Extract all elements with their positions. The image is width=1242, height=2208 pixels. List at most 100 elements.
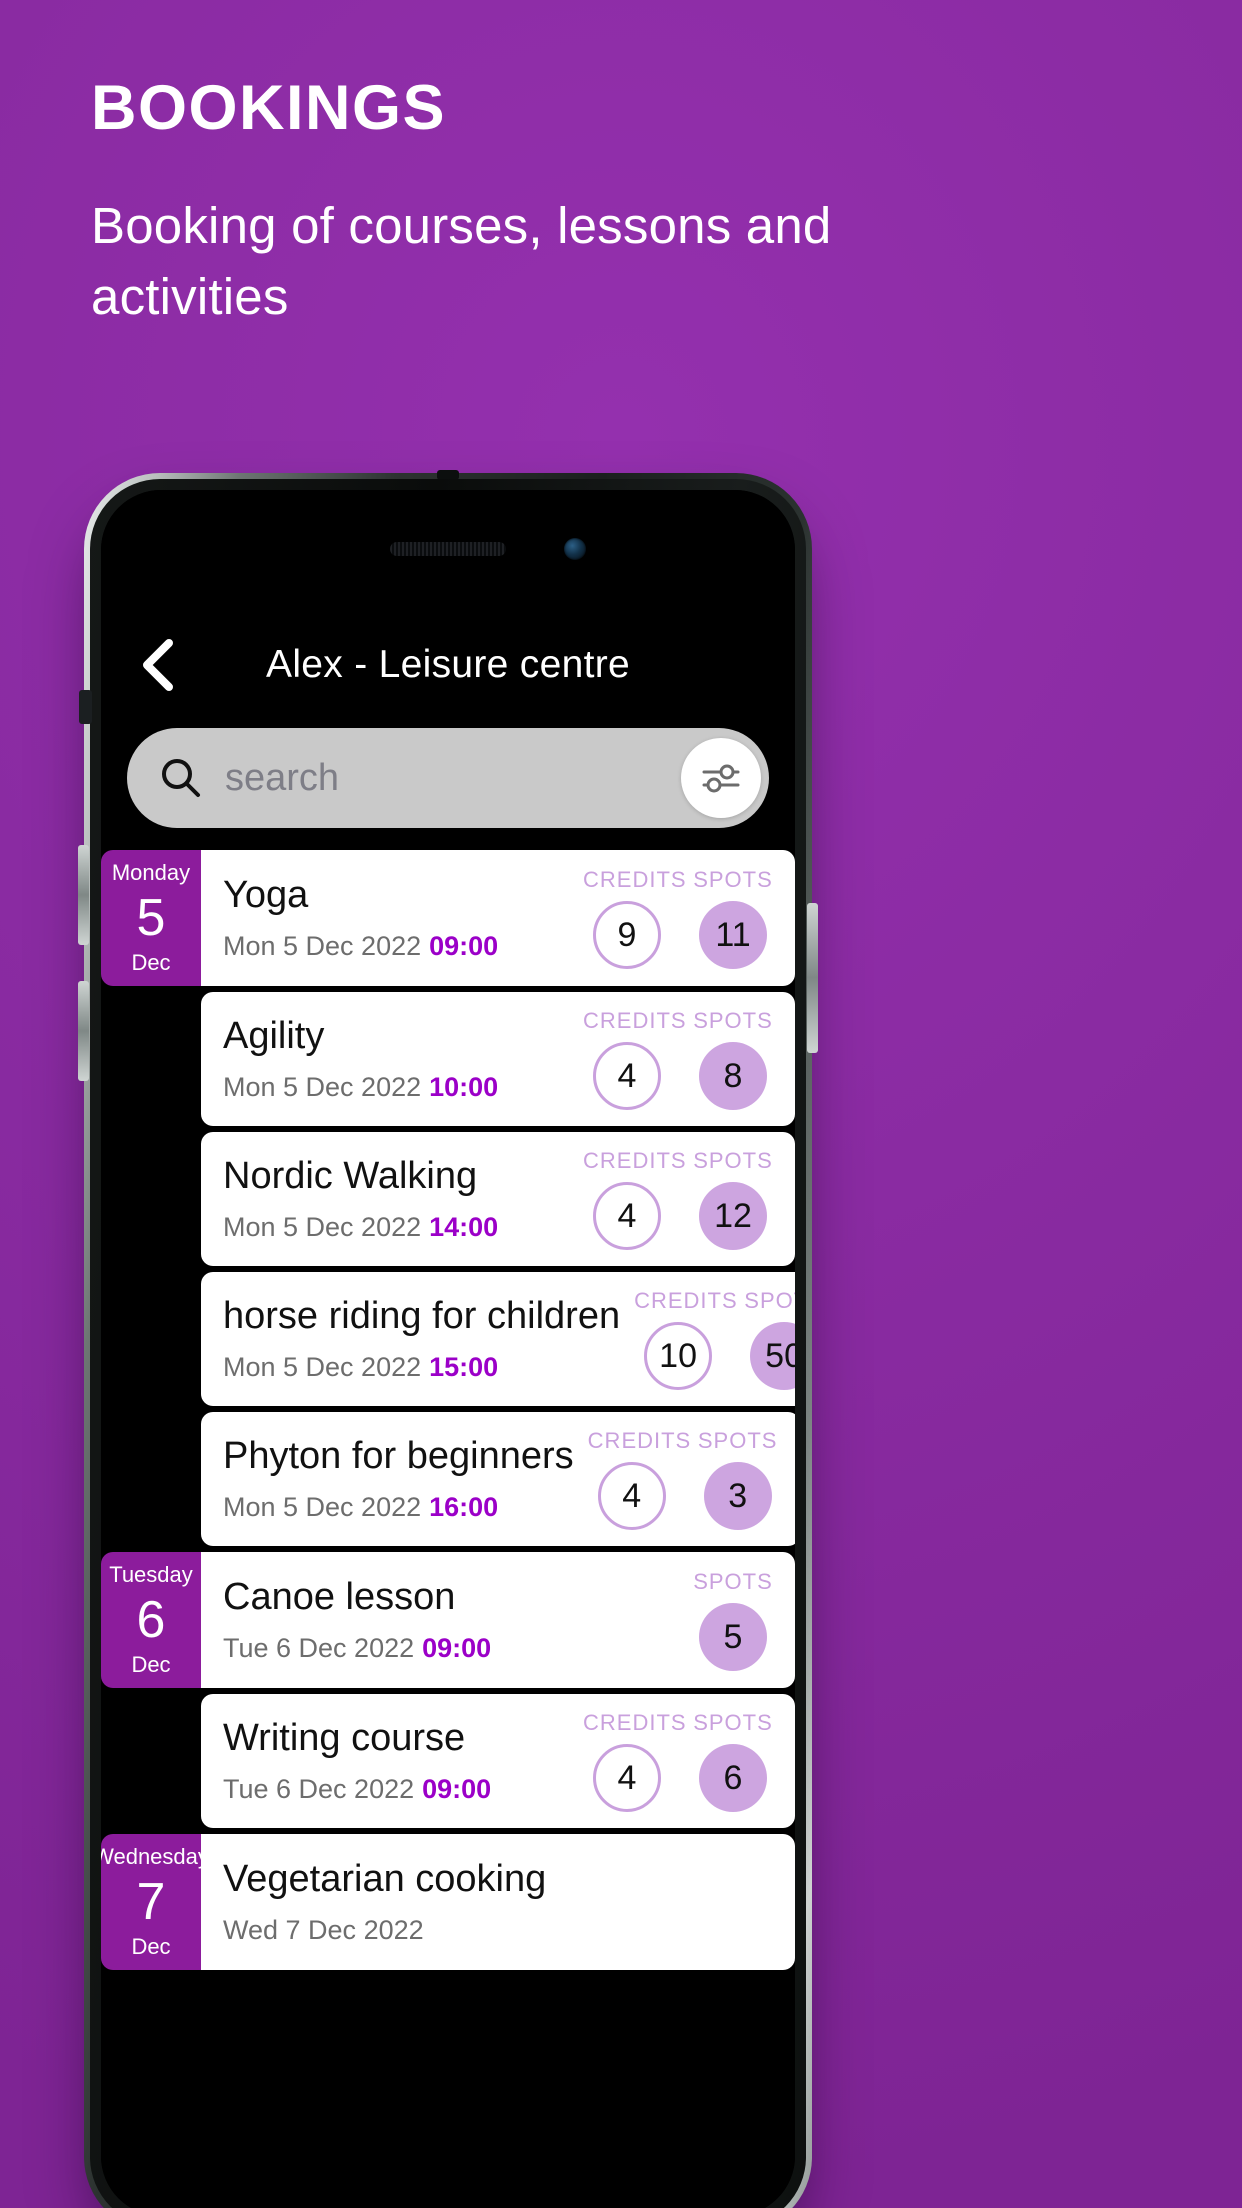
credits-metric: CREDITS 4	[583, 1148, 687, 1250]
booking-date: Mon 5 Dec 2022	[223, 931, 422, 962]
search-row: search	[127, 728, 769, 828]
spots-metric: SPOTS 5	[689, 1569, 777, 1671]
booking-info: horse riding for children Mon 5 Dec 2022 1…	[223, 1295, 620, 1384]
search-icon	[162, 759, 200, 797]
credits-metric: CREDITS	[583, 1851, 671, 1953]
row-indent-spacer	[101, 1272, 201, 1406]
back-button[interactable]	[129, 638, 183, 692]
earpiece-speaker-icon	[390, 542, 506, 556]
booking-row[interactable]: Phyton for beginners Mon 5 Dec 2022 16:00 C…	[101, 1412, 795, 1546]
booking-title: Yoga	[223, 873, 309, 916]
booking-title: horse riding for children	[223, 1294, 621, 1337]
booking-title: Canoe lesson	[223, 1575, 456, 1618]
booking-datetime: Mon 5 Dec 2022 09:00	[223, 931, 569, 962]
spots-metric-value: 12	[699, 1182, 767, 1250]
phone-mockup: Alex - Leisure centre search Monday 5 De…	[78, 470, 818, 2208]
credits-metric: CREDITS 4	[583, 1710, 687, 1812]
spots-metric-label: SPOTS	[693, 1008, 773, 1033]
booking-datetime: Mon 5 Dec 2022 16:00	[223, 1492, 574, 1523]
credits-metric-value: 4	[593, 1042, 661, 1110]
booking-date: Tue 6 Dec 2022	[223, 1774, 415, 1805]
spots-metric-value: 5	[699, 1603, 767, 1671]
booking-card[interactable]: Vegetarian cooking Wed 7 Dec 2022 CREDITSS…	[201, 1834, 795, 1970]
date-badge: Monday 5 Dec	[101, 850, 201, 986]
booking-datetime: Mon 5 Dec 2022 15:00	[223, 1352, 620, 1383]
spots-metric: SPOTS 50	[740, 1288, 795, 1390]
booking-metrics: CREDITS 4 SPOTS 12	[569, 1148, 777, 1250]
credits-metric: CREDITS 10	[634, 1288, 738, 1390]
sliders-filter-icon	[702, 764, 740, 793]
date-badge-weekday: Tuesday	[109, 1562, 193, 1587]
booking-date: Mon 5 Dec 2022	[223, 1212, 422, 1243]
booking-info: Nordic Walking Mon 5 Dec 2022 14:00	[223, 1155, 569, 1244]
booking-row[interactable]: Wednesday 7 Dec Vegetarian cooking Wed 7 Dec…	[101, 1834, 795, 1970]
booking-info: Phyton for beginners Mon 5 Dec 2022 16:00	[223, 1435, 574, 1524]
bookings-list[interactable]: Monday 5 Dec Yoga Mon 5 Dec 2022 09:00 CREDITS…	[101, 850, 795, 1970]
booking-card[interactable]: Writing course Tue 6 Dec 2022 09:00 CREDITS…	[201, 1694, 795, 1828]
row-indent-spacer	[101, 1412, 201, 1546]
booking-datetime: Mon 5 Dec 2022 10:00	[223, 1072, 569, 1103]
booking-time: 15:00	[429, 1352, 499, 1383]
spots-metric-value: 3	[703, 1462, 772, 1530]
credits-metric-label: CREDITS	[583, 867, 687, 892]
power-button[interactable]	[807, 903, 818, 1053]
spots-metric: SPOTS 12	[689, 1148, 777, 1250]
date-badge-day: 5	[136, 889, 166, 947]
spots-metric-value: 8	[699, 1042, 767, 1110]
booking-row[interactable]: Writing course Tue 6 Dec 2022 09:00 CREDITS…	[101, 1694, 795, 1828]
credits-metric-value: 4	[597, 1462, 666, 1530]
booking-row[interactable]: horse riding for children Mon 5 Dec 2022 1…	[101, 1272, 795, 1406]
booking-metrics: CREDITS 9 SPOTS 11	[569, 867, 777, 969]
booking-metrics: CREDITS 4 SPOTS 3	[574, 1428, 782, 1530]
booking-row[interactable]: Agility Mon 5 Dec 2022 10:00 CREDITS 4 SPOTS 8	[101, 992, 795, 1126]
date-badge-month: Dec	[131, 1652, 171, 1677]
spots-metric: SPOTS 8	[689, 1008, 777, 1110]
credits-metric-label: CREDITS	[583, 1710, 687, 1735]
credits-metric-label: CREDITS	[583, 1008, 687, 1033]
booking-card[interactable]: Agility Mon 5 Dec 2022 10:00 CREDITS 4 SPOTS 8	[201, 992, 795, 1126]
date-badge-month: Dec	[131, 1934, 171, 1959]
search-input[interactable]: search	[225, 757, 339, 800]
booking-row[interactable]: Tuesday 6 Dec Canoe lesson Tue 6 Dec 2022 09:…	[101, 1552, 795, 1688]
booking-card[interactable]: Canoe lessonTue 6 Dec 202209:00CREDITSSP…	[201, 1552, 795, 1688]
spots-metric-label: SPOTS	[693, 1148, 773, 1173]
booking-row[interactable]: Nordic Walking Mon 5 Dec 2022 14:00 CREDITS…	[101, 1132, 795, 1266]
spots-metric-value: 11	[699, 901, 767, 969]
spots-metric-label: SPOTS	[744, 1288, 795, 1313]
search-bar[interactable]: search	[127, 728, 769, 828]
booking-card[interactable]: horse riding for children Mon 5 Dec 2022 1…	[201, 1272, 795, 1406]
booking-datetime: Wed 7 Dec 2022	[223, 1915, 569, 1946]
booking-card[interactable]: Nordic Walking Mon 5 Dec 2022 14:00 CREDITS…	[201, 1132, 795, 1266]
booking-title: Vegetarian cooking	[223, 1857, 547, 1900]
hero-text-block: BOOKINGS Booking of courses, lessons and…	[91, 73, 941, 332]
booking-card[interactable]: Yoga Mon 5 Dec 2022 09:00 CREDITS 9 SPOTS 11	[201, 850, 795, 986]
mute-switch-button[interactable]	[79, 690, 92, 724]
booking-row[interactable]: Monday 5 Dec Yoga Mon 5 Dec 2022 09:00 CREDITS…	[101, 850, 795, 986]
credits-metric-value: 4	[593, 1182, 661, 1250]
booking-time: 16:00	[429, 1492, 499, 1523]
credits-metric-value: 10	[644, 1322, 713, 1390]
booking-time: 09:00	[429, 931, 499, 962]
booking-info: Vegetarian cooking Wed 7 Dec 2022	[223, 1858, 569, 1947]
booking-info: Canoe lesson Tue 6 Dec 2022 09:00	[223, 1576, 569, 1665]
booking-date: Mon 5 Dec 2022	[223, 1352, 422, 1383]
credits-metric-label: CREDITS	[634, 1288, 738, 1313]
booking-date: Mon 5 Dec 2022	[223, 1072, 422, 1103]
date-badge-month: Dec	[131, 950, 171, 975]
booking-title: Writing course	[223, 1716, 466, 1759]
booking-card[interactable]: Phyton for beginners Mon 5 Dec 2022 16:00 C…	[201, 1412, 795, 1546]
booking-info: Yoga Mon 5 Dec 2022 09:00	[223, 874, 569, 963]
filter-button[interactable]	[681, 738, 761, 818]
credits-metric-label: CREDITS	[587, 1428, 692, 1453]
date-badge: Tuesday 6 Dec	[101, 1552, 201, 1688]
booking-metrics: CREDITS 10 SPOTS 50	[620, 1288, 795, 1390]
volume-down-button[interactable]	[78, 981, 89, 1081]
booking-metrics: CREDITSSPOTS	[569, 1851, 777, 1953]
volume-up-button[interactable]	[78, 845, 89, 945]
credits-metric: CREDITS 4	[587, 1428, 692, 1530]
row-indent-spacer	[101, 1694, 201, 1828]
phone-frame: Alex - Leisure centre search Monday 5 De…	[78, 470, 818, 2208]
spots-metric-label: SPOTS	[693, 1710, 773, 1735]
booking-datetime: Tue 6 Dec 2022 09:00	[223, 1774, 569, 1805]
credits-metric-label: CREDITS	[583, 1148, 687, 1173]
